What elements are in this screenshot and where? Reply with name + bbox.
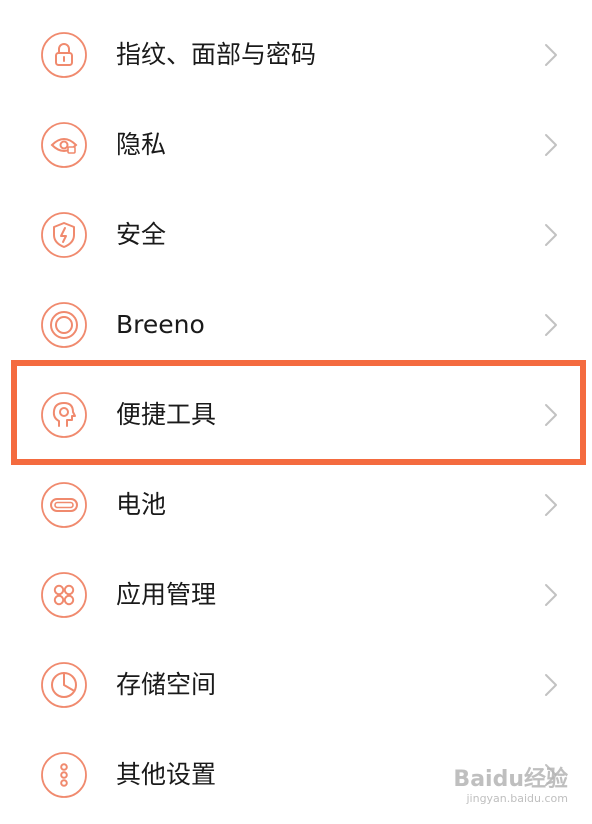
chevron-right-icon — [544, 493, 558, 517]
settings-item-label: 应用管理 — [116, 580, 217, 609]
settings-item-label: 其他设置 — [116, 760, 217, 789]
settings-list: 指纹、面部与密码 隐私 安全 Breeno 便捷工具 电池 应用管理 存储空间 … — [0, 10, 592, 820]
settings-item-breeno[interactable]: Breeno — [0, 280, 592, 370]
more-dots-icon — [40, 751, 88, 799]
chevron-right-icon — [544, 43, 558, 67]
settings-item-fingerprint-face-password[interactable]: 指纹、面部与密码 — [0, 10, 592, 100]
chevron-right-icon — [544, 673, 558, 697]
settings-item-other-settings[interactable]: 其他设置 — [0, 730, 592, 820]
breeno-ring-icon — [40, 301, 88, 349]
settings-item-privacy[interactable]: 隐私 — [0, 100, 592, 190]
settings-item-battery[interactable]: 电池 — [0, 460, 592, 550]
storage-pie-icon — [40, 661, 88, 709]
chevron-right-icon — [544, 763, 558, 787]
head-gear-icon — [40, 391, 88, 439]
settings-item-app-management[interactable]: 应用管理 — [0, 550, 592, 640]
settings-item-label: 隐私 — [116, 130, 167, 159]
settings-item-storage[interactable]: 存储空间 — [0, 640, 592, 730]
settings-item-security[interactable]: 安全 — [0, 190, 592, 280]
settings-item-convenience-tools[interactable]: 便捷工具 — [0, 370, 592, 460]
settings-item-label: 电池 — [116, 490, 167, 519]
settings-item-label: 指纹、面部与密码 — [116, 40, 317, 69]
settings-item-label: Breeno — [116, 310, 205, 339]
settings-item-label: 便捷工具 — [116, 400, 217, 429]
privacy-eye-icon — [40, 121, 88, 169]
settings-item-label: 安全 — [116, 220, 167, 249]
chevron-right-icon — [544, 403, 558, 427]
chevron-right-icon — [544, 583, 558, 607]
chevron-right-icon — [544, 313, 558, 337]
battery-icon — [40, 481, 88, 529]
chevron-right-icon — [544, 133, 558, 157]
chevron-right-icon — [544, 223, 558, 247]
settings-item-label: 存储空间 — [116, 670, 217, 699]
shield-bolt-icon — [40, 211, 88, 259]
lock-icon — [40, 31, 88, 79]
app-grid-icon — [40, 571, 88, 619]
